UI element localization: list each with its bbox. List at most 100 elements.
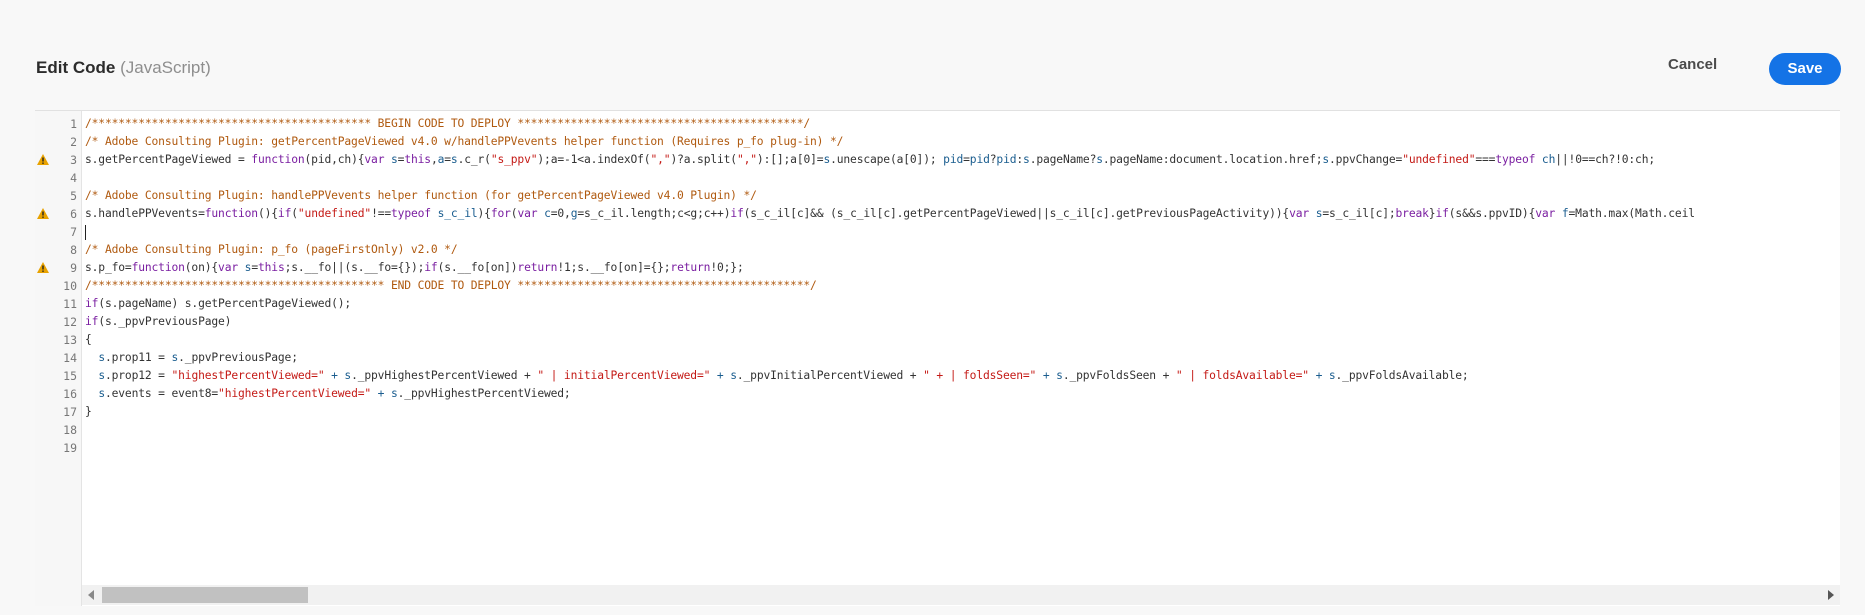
code-token: (s_c_il[c]&& (s_c_il[c].getPercentPageVi… <box>743 207 1290 220</box>
code-token: = <box>444 153 451 166</box>
code-line[interactable]: /* Adobe Consulting Plugin: getPercentPa… <box>85 133 1840 151</box>
title-text: Edit Code <box>36 58 116 77</box>
save-button[interactable]: Save <box>1769 53 1841 85</box>
code-line[interactable]: /***************************************… <box>85 277 1840 295</box>
code-line[interactable]: if(s.pageName) s.getPercentPageViewed(); <box>85 295 1840 313</box>
code-token: === <box>1475 153 1496 166</box>
line-number: 19 <box>63 441 77 455</box>
code-token: /***************************************… <box>85 117 810 130</box>
code-line[interactable] <box>85 439 1840 457</box>
code-token: + s <box>1036 369 1063 382</box>
code-token: ch <box>1535 153 1556 166</box>
code-token: "," <box>650 153 671 166</box>
code-token: .unescape(a[0]); <box>830 153 944 166</box>
code-editor[interactable]: 1 2 3 4 5 6 7 8 9 10 11 12 13 14 15 16 17 18 19 /*********… <box>35 110 1840 606</box>
code-token: = <box>963 153 970 166</box>
line-number: 13 <box>63 333 77 347</box>
code-line[interactable] <box>85 223 1840 241</box>
code-line[interactable]: if(s._ppvPreviousPage) <box>85 313 1840 331</box>
code-token: s <box>1096 153 1103 166</box>
code-token: );a=-1<a.indexOf( <box>537 153 651 166</box>
code-token: s <box>1309 207 1323 220</box>
line-number: 18 <box>63 423 77 437</box>
code-token: pid <box>969 153 990 166</box>
code-token: ._ppvInitialPercentViewed + <box>736 369 924 382</box>
code-token: s <box>238 261 252 274</box>
code-token: /* Adobe Consulting Plugin: getPercentPa… <box>85 135 844 148</box>
code-token: ;s.__fo||(s.__fo={}); <box>284 261 425 274</box>
code-token: .pageName:document.location.href; <box>1102 153 1323 166</box>
code-line[interactable]: { <box>85 331 1840 349</box>
code-token: function <box>204 207 258 220</box>
warning-icon[interactable] <box>36 207 50 221</box>
code-token: (s._ppvPreviousPage) <box>98 315 232 328</box>
code-token: ._ppvHighestPercentViewed + <box>351 369 538 382</box>
code-line[interactable]: s.prop12 = "highestPercentViewed=" + s._… <box>85 367 1840 385</box>
code-token: "," <box>736 153 757 166</box>
line-number-gutter: 1 2 3 4 5 6 7 8 9 10 11 12 13 14 15 16 17 18 19 <box>35 111 82 606</box>
code-token: { <box>85 333 92 346</box>
code-line[interactable]: } <box>85 403 1840 421</box>
code-line[interactable]: /* Adobe Consulting Plugin: p_fo (pageFi… <box>85 241 1840 259</box>
warning-icon[interactable] <box>36 153 50 167</box>
code-token: s <box>98 387 105 400</box>
code-token: "highestPercentViewed=" <box>171 369 325 382</box>
line-number: 1 <box>70 117 77 131</box>
code-token: " | foldsAvailable=" <box>1175 369 1309 382</box>
code-line[interactable]: /* Adobe Consulting Plugin: handlePPVeve… <box>85 187 1840 205</box>
code-token: + s <box>1308 369 1336 382</box>
code-token: + s <box>371 387 398 400</box>
code-line[interactable]: s.events = event8="highestPercentViewed=… <box>85 385 1840 403</box>
line-number: 11 <box>63 297 77 311</box>
code-token: s <box>98 369 105 382</box>
code-token: ._ppvHighestPercentViewed; <box>397 387 571 400</box>
code-line[interactable]: /***************************************… <box>85 115 1840 133</box>
line-number: 9 <box>70 261 77 275</box>
code-token: this <box>404 153 431 166</box>
code-token: if <box>85 315 99 328</box>
code-token: ._ppvFoldsSeen + <box>1062 369 1176 382</box>
code-token: (s.pageName) s.getPercentPageViewed(); <box>98 297 352 310</box>
code-token: s <box>98 351 105 364</box>
code-line[interactable] <box>85 169 1840 187</box>
dialog-title: Edit Code (JavaScript) <box>36 58 211 78</box>
dialog-header: Edit Code (JavaScript) Cancel Save <box>0 0 1865 110</box>
code-line[interactable]: s.p_fo=function(on){var s=this;s.__fo||(… <box>85 259 1840 277</box>
code-token: /* Adobe Consulting Plugin: handlePPVeve… <box>85 189 757 202</box>
code-token: s.p_fo= <box>85 261 132 274</box>
code-token: =Math.max(Math.ceil <box>1568 207 1696 220</box>
code-area[interactable]: /***************************************… <box>85 115 1840 585</box>
scrollbar-thumb[interactable] <box>102 587 308 603</box>
code-token: s.getPercentPageViewed = <box>85 153 252 166</box>
line-number: 5 <box>70 189 77 203</box>
code-token: =0, <box>550 207 571 220</box>
code-token: !1;s.__fo[on]={}; <box>557 261 671 274</box>
code-line[interactable] <box>85 421 1840 439</box>
code-token: !0;}; <box>710 261 744 274</box>
line-number: 12 <box>63 315 77 329</box>
code-token: typeof <box>391 207 431 220</box>
warning-icon[interactable] <box>36 261 50 275</box>
cancel-button[interactable]: Cancel <box>1668 56 1717 73</box>
code-token: s <box>384 153 398 166</box>
code-token: )?a.split( <box>670 153 737 166</box>
code-line[interactable]: s.getPercentPageViewed = function(pid,ch… <box>85 151 1840 169</box>
line-number: 16 <box>63 387 77 401</box>
code-token: =s_c_il[c]; <box>1322 207 1396 220</box>
code-token: return <box>517 261 558 274</box>
horizontal-scrollbar[interactable] <box>82 585 1840 605</box>
code-token: if <box>85 297 99 310</box>
code-token: var <box>1289 207 1310 220</box>
scroll-right-arrow-icon[interactable] <box>1828 590 1834 600</box>
code-token: if <box>277 207 292 220</box>
code-token: " + | foldsSeen=" <box>923 369 1037 382</box>
code-line[interactable]: s.handlePPVevents=function(){if("undefin… <box>85 205 1840 223</box>
code-line[interactable]: s.prop11 = s._ppvPreviousPage; <box>85 349 1840 367</box>
code-token: .pageName? <box>1029 153 1097 166</box>
text-cursor <box>85 224 86 240</box>
line-number: 4 <box>70 171 77 185</box>
code-token: pid <box>996 153 1017 166</box>
line-number: 15 <box>63 369 77 383</box>
scroll-left-arrow-icon[interactable] <box>88 590 94 600</box>
code-token: ._ppvFoldsAvailable; <box>1335 369 1469 382</box>
